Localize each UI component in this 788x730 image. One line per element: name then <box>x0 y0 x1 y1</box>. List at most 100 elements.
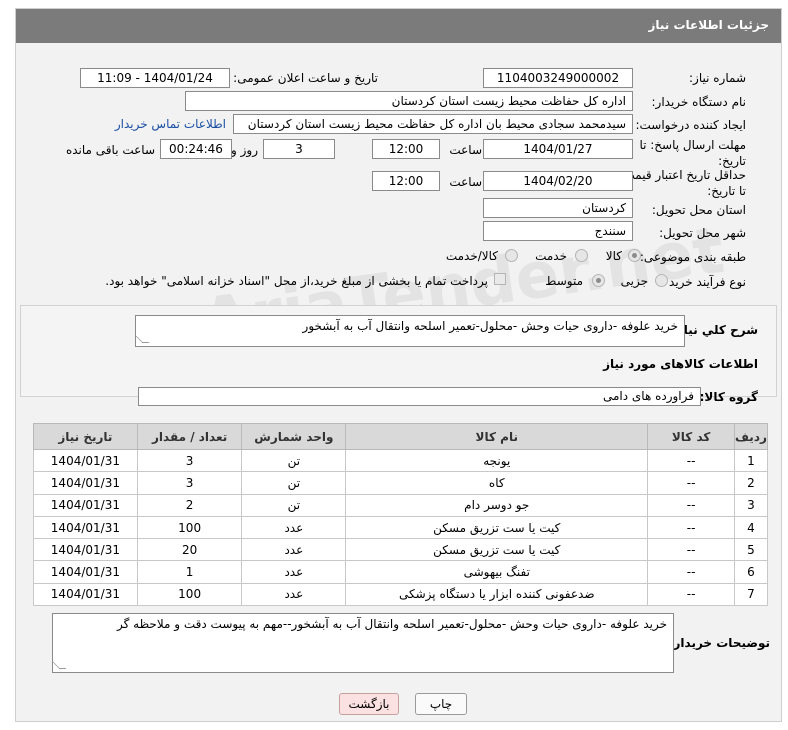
cell-qty: 3 <box>136 448 243 473</box>
category-option-goods-service: کالا/خدمت <box>445 249 498 263</box>
cell-row: 6 <box>733 560 769 584</box>
cell-name: تفنگ بیهوشی <box>345 560 649 584</box>
reply-days-field[interactable]: 3 <box>263 139 335 159</box>
cell-qty: 100 <box>136 515 243 540</box>
col-date: تاریخ نیاز <box>33 423 138 450</box>
category-option-goods: کالا <box>605 249 622 263</box>
description-textarea[interactable]: خرید علوفه -داروی حیات وحش -محلول-تعمیر … <box>135 315 685 347</box>
cell-unit: عدد <box>241 538 347 562</box>
cell-date: 1404/01/31 <box>33 515 138 540</box>
requester-field[interactable]: سیدمحمد سجادی محیط بان اداره کل حفاظت مح… <box>233 114 633 134</box>
col-qty: تعداد / مقدار <box>136 423 243 450</box>
remaining-time-field[interactable]: 00:24:46 <box>160 139 232 159</box>
requester-label: ایجاد کننده درخواست: <box>635 118 746 132</box>
resize-grip-icon[interactable] <box>136 336 150 343</box>
announce-datetime-field[interactable]: 1404/01/24 - 11:09 <box>80 68 230 88</box>
table-row: 1 -- یونجه تن 3 1404/01/31 <box>33 448 769 473</box>
cell-code: -- <box>647 471 735 495</box>
cell-code: -- <box>647 582 735 607</box>
buyer-notes-label: توضیحات خریدار: <box>668 636 770 650</box>
cell-unit: عدد <box>241 582 347 607</box>
print-button[interactable]: چاپ <box>415 693 467 715</box>
cell-unit: عدد <box>241 515 347 540</box>
cell-qty: 20 <box>136 538 243 562</box>
cell-name: جو دوسر دام <box>345 493 649 517</box>
cell-qty: 1 <box>136 560 243 584</box>
purchase-option-medium: متوسط <box>545 274 583 288</box>
cell-name: کیت یا ست تزریق مسکن <box>345 538 649 562</box>
cell-date: 1404/01/31 <box>33 471 138 495</box>
reply-deadline-label: مهلت ارسال پاسخ: تا تاریخ: <box>639 138 746 168</box>
table-row: 5 -- کیت یا ست تزریق مسکن عدد 20 1404/01… <box>33 538 769 562</box>
buyer-notes-text: خرید علوفه -داروی حیات وحش -محلول-تعمیر … <box>117 617 667 631</box>
reply-deadline-time[interactable]: 12:00 <box>372 139 440 159</box>
price-validity-date[interactable]: 1404/02/20 <box>483 171 633 191</box>
cell-qty: 2 <box>136 493 243 517</box>
category-radio-service[interactable] <box>575 249 588 262</box>
header-bar: جزئیات اطلاعات نیاز <box>16 9 781 43</box>
announce-datetime-label: تاریخ و ساعت اعلان عمومی: <box>233 71 378 85</box>
goods-table: ردیف کد کالا نام کالا واحد شمارش تعداد /… <box>33 423 769 607</box>
description-text: خرید علوفه -داروی حیات وحش -محلول-تعمیر … <box>302 319 678 333</box>
buyer-org-field[interactable]: اداره کل حفاظت محیط زیست استان کردستان <box>185 91 633 111</box>
purchase-radio-medium[interactable] <box>592 274 605 287</box>
category-label: طبقه بندی موضوعی: <box>639 250 746 264</box>
cell-name: ضدعفونی کننده ابزار یا دستگاه پزشکی <box>345 582 649 607</box>
goods-group-label: گروه کالا: <box>699 390 758 404</box>
cell-code: -- <box>647 560 735 584</box>
cell-code: -- <box>647 493 735 517</box>
goods-section-title: اطلاعات کالاهای مورد نیاز <box>603 357 758 371</box>
category-option-service: خدمت <box>535 249 567 263</box>
table-row: 7 -- ضدعفونی کننده ابزار یا دستگاه پزشکی… <box>33 582 769 607</box>
cell-code: -- <box>647 538 735 562</box>
goods-group-field[interactable]: فراورده های دامی <box>138 387 701 406</box>
delivery-province-field[interactable]: کردستان <box>483 198 633 218</box>
reply-deadline-time-label: ساعت <box>449 143 482 157</box>
goods-table-header: ردیف کد کالا نام کالا واحد شمارش تعداد /… <box>33 423 769 450</box>
page-title: جزئیات اطلاعات نیاز <box>648 18 769 32</box>
reply-deadline-date[interactable]: 1404/01/27 <box>483 139 633 159</box>
treasury-payment-note: پرداخت تمام یا بخشی از مبلغ خرید،از محل … <box>105 274 488 288</box>
col-name: نام کالا <box>345 423 649 450</box>
cell-unit: تن <box>241 471 347 495</box>
buyer-contact-link[interactable]: اطلاعات تماس خریدار <box>115 117 226 131</box>
treasury-payment-checkbox[interactable] <box>494 273 506 285</box>
reply-days-label: روز و <box>231 143 258 157</box>
cell-unit: تن <box>241 448 347 473</box>
cell-name: یونجه <box>345 448 649 473</box>
delivery-province-label: استان محل تحویل: <box>651 203 746 217</box>
need-number-field[interactable]: 1104003249000002 <box>483 68 633 88</box>
cell-name: کاه <box>345 471 649 495</box>
purchase-option-minor: جزیی <box>620 274 648 288</box>
cell-qty: 3 <box>136 471 243 495</box>
cell-row: 4 <box>733 515 769 540</box>
cell-row: 5 <box>733 538 769 562</box>
cell-code: -- <box>647 515 735 540</box>
col-unit: واحد شمارش <box>241 423 347 450</box>
table-row: 4 -- کیت یا ست تزریق مسکن عدد 100 1404/0… <box>33 515 769 540</box>
cell-date: 1404/01/31 <box>33 493 138 517</box>
category-radio-goods[interactable] <box>628 249 641 262</box>
need-number-label: شماره نیاز: <box>689 71 746 85</box>
col-code: کد کالا <box>647 423 735 450</box>
cell-row: 3 <box>733 493 769 517</box>
cell-row: 7 <box>733 582 769 607</box>
delivery-city-label: شهر محل تحویل: <box>659 226 746 240</box>
cell-unit: تن <box>241 493 347 517</box>
buyer-org-label: نام دستگاه خریدار: <box>651 95 747 109</box>
category-radio-goods-service[interactable] <box>505 249 518 262</box>
table-row: 3 -- جو دوسر دام تن 2 1404/01/31 <box>33 493 769 517</box>
delivery-city-field[interactable]: سنندج <box>483 221 633 241</box>
buyer-notes-textarea[interactable]: خرید علوفه -داروی حیات وحش -محلول-تعمیر … <box>52 613 674 673</box>
purchase-radio-minor[interactable] <box>655 274 668 287</box>
resize-grip-icon[interactable] <box>53 662 67 669</box>
purchase-type-label: نوع فرآیند خرید : <box>661 275 746 289</box>
cell-date: 1404/01/31 <box>33 560 138 584</box>
back-button[interactable]: بازگشت <box>339 693 399 715</box>
cell-qty: 100 <box>136 582 243 607</box>
cell-name: کیت یا ست تزریق مسکن <box>345 515 649 540</box>
col-row: ردیف <box>733 423 769 450</box>
cell-row: 1 <box>733 448 769 473</box>
price-validity-time[interactable]: 12:00 <box>372 171 440 191</box>
cell-code: -- <box>647 448 735 473</box>
